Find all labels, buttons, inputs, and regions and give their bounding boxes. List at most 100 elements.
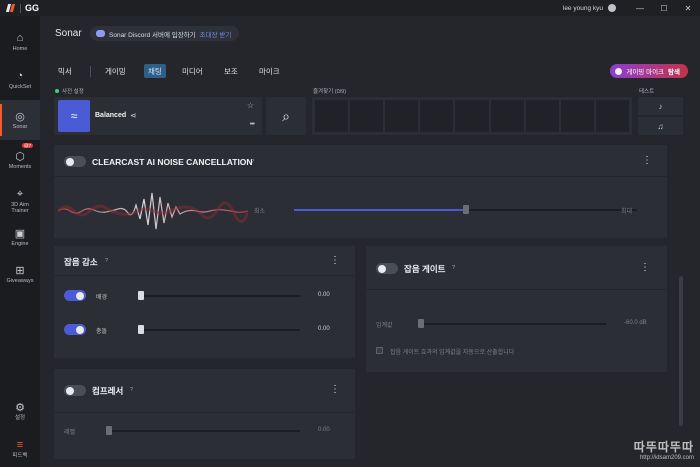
card-header: CLEARCAST AI NOISE CANCELLATION ? ⋮ [54,145,667,177]
moments-icon: ⬡ [15,150,25,163]
discord-join-button[interactable]: Sonar Discord 서버에 입장하기 초대장 받기 [90,26,240,41]
favorite-slot[interactable] [455,100,489,132]
minimize-button[interactable]: — [628,0,652,16]
slider-handle[interactable] [138,325,144,334]
user-name[interactable]: lee young kyu [563,5,603,12]
sidebar-item-home[interactable]: ⌂ Home [0,22,40,62]
app-logo: GG [0,3,39,13]
favorite-slot[interactable] [315,100,349,132]
kebab-menu-icon[interactable]: ⋮ [640,263,650,273]
background-label: 배경 [96,295,108,301]
favorite-slot[interactable] [490,100,524,132]
preset-wave-icon: ≈ [58,100,90,132]
share-icon[interactable]: ⋖ [130,111,137,120]
test-label: 테스트 [639,89,655,95]
title-bar: GG lee young kyu — ☐ ✕ [0,0,700,16]
more-icon[interactable]: ••• [250,121,255,128]
discord-invite-link[interactable]: 초대장 받기 [200,29,232,39]
slider-handle[interactable] [138,291,144,300]
clearcast-card: CLEARCAST AI NOISE CANCELLATION ? ⋮ 최소 최… [54,145,667,238]
close-button[interactable]: ✕ [676,0,700,16]
slider-fill [294,209,466,211]
sidebar-item-moments[interactable]: @7 ⬡ Moments [0,140,40,180]
help-icon[interactable]: ? [105,258,108,264]
favorite-slot[interactable] [420,100,454,132]
min-label: 최소 [254,209,266,215]
feedback-icon: ≡ [16,439,24,451]
gear-icon: ⚙ [15,401,25,414]
threshold-label: 임계값 [376,323,393,329]
favorite-slot[interactable] [385,100,419,132]
gaming-mic-explore-button[interactable]: 게이밍 마이크 탐색 [610,64,688,78]
clearcast-toggle[interactable] [64,156,86,167]
sidebar-item-label: Engine [11,241,29,247]
help-icon[interactable]: ? [130,387,133,393]
slider-handle[interactable] [418,319,424,328]
preset-search-button[interactable]: ⌕ [266,97,306,135]
mic-pill-label: 게이밍 마이크 [626,69,665,76]
clearcast-slider[interactable] [294,205,637,214]
favorite-slot[interactable] [350,100,384,132]
sidebar-item-feedback[interactable]: ≡ 피드백 [0,429,40,467]
watermark-url: http://idsam209.com [639,455,694,461]
impact-value: 0.00 [318,326,330,332]
impact-slider[interactable] [138,325,300,334]
home-icon: ⌂ [16,32,24,44]
favorite-slot[interactable] [595,100,629,132]
favorite-slot[interactable] [525,100,559,132]
test-sound-button-1[interactable]: ♪ [638,97,683,115]
card-header: 컴프레서 ? ⋮ [54,369,355,413]
waveform-graphic [58,192,248,230]
compressor-toggle[interactable] [64,385,86,396]
sidebar-item-label: Giveaways [6,278,34,284]
tab-aux[interactable]: 보조 [220,64,242,78]
kebab-menu-icon[interactable]: ⋮ [330,256,340,266]
help-icon[interactable]: ? [251,159,254,165]
sidebar-item-sonar[interactable]: ◎ Sonar [0,100,40,140]
impact-noise-toggle[interactable] [64,324,86,335]
maximize-button[interactable]: ☐ [652,0,676,16]
compressor-level-slider[interactable] [106,426,300,435]
favorites-label: 즐겨찾기 (0/9) [313,89,347,95]
aim-icon: ⌖ [16,187,24,200]
status-dot-icon [55,89,59,93]
background-slider[interactable] [138,291,300,300]
search-icon: ⌕ [282,107,290,124]
slider-handle[interactable] [462,205,469,214]
background-noise-toggle[interactable] [64,290,86,301]
test-sound-button-2[interactable]: ♫ [638,117,683,135]
star-icon[interactable]: ☆ [247,101,254,110]
auto-threshold-checkbox[interactable] [376,347,383,354]
tab-media[interactable]: 미디어 [178,64,207,78]
sonar-icon: ◎ [15,110,25,123]
favorite-slot[interactable] [560,100,594,132]
mic-pill-action: 탐색 [668,69,680,76]
scrollbar[interactable] [678,146,684,464]
scrollbar-thumb[interactable] [679,276,683,426]
help-icon[interactable]: ? [452,265,455,271]
kebab-menu-icon[interactable]: ⋮ [642,156,652,166]
sidebar-item-engine[interactable]: ▣ Engine [0,217,40,257]
tab-gaming[interactable]: 게이밍 [101,64,130,78]
sidebar-item-quickset[interactable]: ◔ QuickSet [0,60,40,100]
tab-chat[interactable]: 채팅 [144,64,166,78]
slider-handle[interactable] [106,426,112,435]
noise-gate-toggle[interactable] [376,263,398,274]
preset-selector[interactable]: ≈ Balanced ⋖ ☆ ••• [54,97,262,135]
sidebar-item-giveaways[interactable]: ⊞ Giveaways [0,254,40,294]
preset-label-text: 사전 설정 [62,89,84,95]
sidebar-item-label: Sonar [12,124,28,130]
tab-mixer[interactable]: 믹서 [54,64,76,78]
noise-gate-card: 잡음 게이트 ? ⋮ 임계값 -60.0 dB 잡음 게이트 효과의 임계값을 … [366,246,667,372]
mic-icon [615,67,623,75]
sidebar-item-aim-trainer[interactable]: ⌖ 3D Aim Trainer [0,181,40,221]
threshold-slider[interactable] [418,319,606,328]
sidebar-item-label: Home [12,46,28,52]
tab-mic[interactable]: 마이크 [255,64,284,78]
sidebar-item-label: QuickSet [8,84,32,90]
kebab-menu-icon[interactable]: ⋮ [330,385,340,395]
sidebar-item-settings[interactable]: ⚙ 설정 [0,391,40,431]
new-badge: @7 [22,143,34,148]
avatar[interactable] [608,4,616,12]
preset-label: 사전 설정 [55,87,84,95]
